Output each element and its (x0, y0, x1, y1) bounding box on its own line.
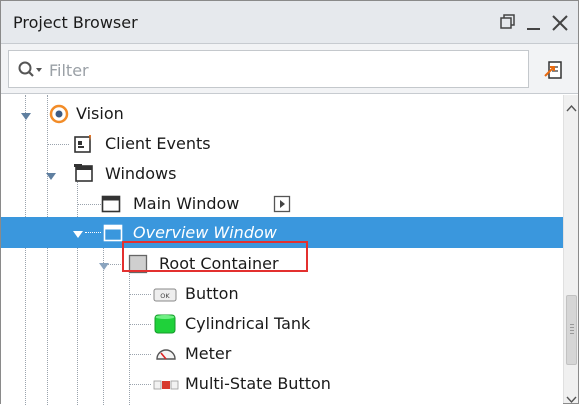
meter-icon (154, 345, 178, 363)
window-icon (103, 223, 123, 243)
panel-title-bar[interactable]: Project Browser (1, 1, 578, 44)
open-window-icon[interactable] (273, 195, 293, 215)
window-icon (101, 194, 121, 214)
cylindrical-tank-icon (154, 313, 176, 335)
root-container-icon (128, 254, 148, 274)
thumb-grip (570, 333, 574, 334)
scroll-up-arrow-icon[interactable] (566, 99, 577, 112)
tree-item-label: Button (185, 284, 239, 303)
tree-item-label: Root Container (159, 254, 279, 273)
link-with-editor-icon[interactable] (541, 56, 569, 84)
project-browser-panel: Project Browser Filter Vision Client Eve… (0, 0, 579, 405)
minimize-icon[interactable] (522, 8, 546, 36)
vision-module-icon (49, 104, 69, 124)
tree-item-label: Multi-State Button (185, 374, 331, 393)
svg-text:OK: OK (160, 292, 170, 300)
filter-input[interactable] (49, 57, 519, 83)
tree-item-windows[interactable]: Windows (1, 159, 563, 189)
restore-icon[interactable] (496, 8, 520, 36)
thumb-grip (570, 330, 574, 331)
client-events-icon (74, 134, 94, 154)
tree-scrollbar[interactable] (563, 95, 578, 404)
tree-item-main-window[interactable]: Main Window (1, 189, 563, 219)
tree-item-multi-state-button[interactable]: Multi-State Button (1, 369, 563, 399)
tree-item-label: Windows (105, 164, 177, 183)
tree-item-meter[interactable]: Meter (1, 339, 563, 369)
project-tree: Vision Client Events Windows Main Window… (1, 95, 563, 405)
tree-guide-line (85, 232, 101, 233)
multi-state-button-icon (153, 377, 179, 391)
expand-toggle-icon[interactable] (97, 258, 111, 270)
tree-item-label: Meter (185, 344, 232, 363)
tree-item-root-container[interactable]: Root Container (1, 249, 563, 279)
search-dropdown-icon[interactable] (17, 60, 47, 80)
tree-item-vision[interactable]: Vision (1, 99, 563, 129)
button-component-icon: OK (153, 287, 177, 302)
tree-item-label: Vision (76, 104, 124, 123)
expand-toggle-icon[interactable] (71, 226, 85, 238)
tree-item-label: Overview Window (133, 223, 277, 242)
scroll-down-arrow-icon[interactable] (566, 389, 577, 404)
tree-item-client-events[interactable]: Client Events (1, 129, 563, 159)
tree-item-button[interactable]: OK Button (1, 279, 563, 309)
panel-title: Project Browser (13, 13, 138, 32)
windows-folder-icon (74, 164, 94, 184)
expand-toggle-icon[interactable] (19, 108, 33, 120)
tree-item-cylindrical-tank[interactable]: Cylindrical Tank (1, 309, 563, 339)
filter-field[interactable] (8, 50, 529, 88)
close-icon[interactable] (548, 8, 572, 36)
tree-item-label: Cylindrical Tank (185, 314, 311, 333)
tree-item-label: Main Window (133, 194, 240, 213)
tree-item-label: Client Events (105, 134, 211, 153)
filter-bar (1, 44, 578, 94)
tree-item-overview-window[interactable]: Overview Window (1, 217, 563, 248)
expand-toggle-icon[interactable] (44, 168, 58, 180)
thumb-grip (570, 327, 574, 328)
scrollbar-thumb[interactable] (566, 295, 577, 365)
thumb-grip (570, 324, 574, 325)
